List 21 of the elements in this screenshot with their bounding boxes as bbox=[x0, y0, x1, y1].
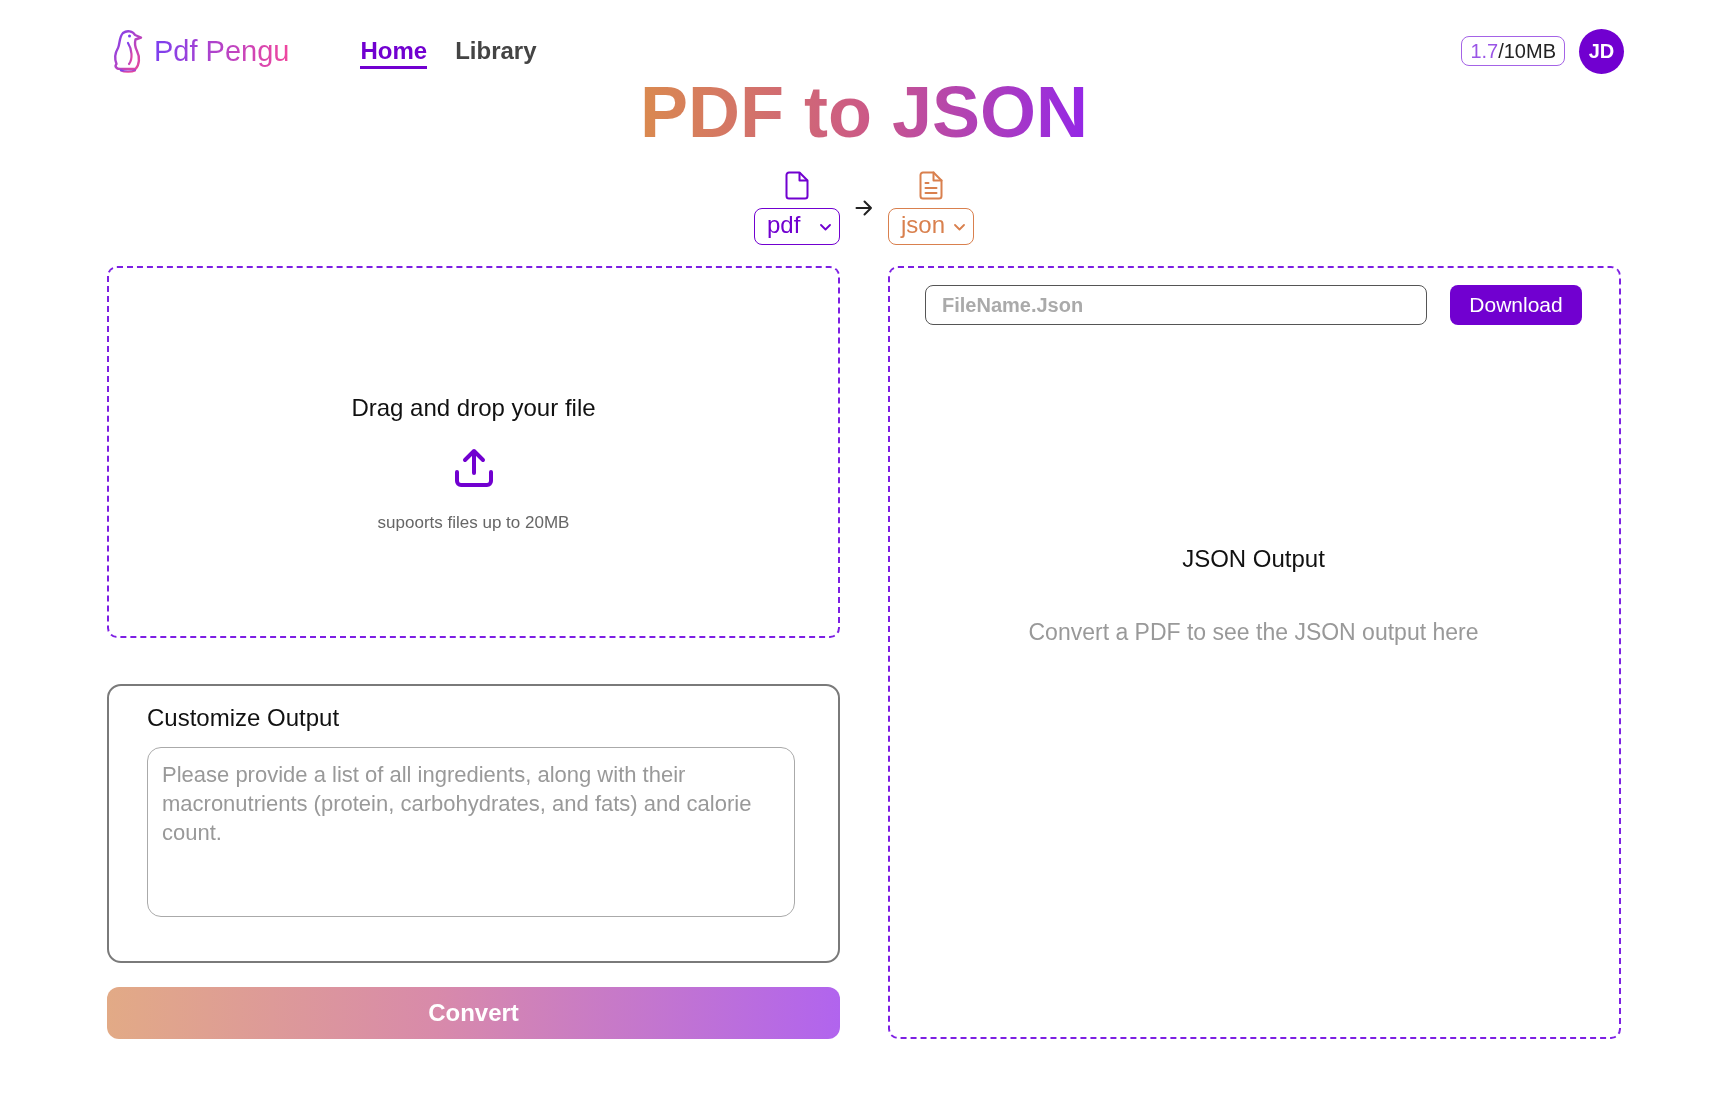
file-icon bbox=[785, 171, 809, 200]
file-size-note: supoorts files up to 20MB bbox=[377, 513, 570, 532]
format-select[interactable]: pdf bbox=[754, 208, 840, 245]
nav-link[interactable]: Home bbox=[360, 36, 428, 70]
chevron-down-icon bbox=[954, 224, 965, 231]
nav-link[interactable]: Library bbox=[455, 36, 537, 70]
chevron-down-icon bbox=[820, 224, 831, 231]
upload-icon bbox=[453, 447, 494, 488]
download-button[interactable]: Download bbox=[1450, 285, 1582, 325]
drop-zone-title: Drag and drop your file bbox=[351, 395, 596, 421]
customize-title: Customize Output bbox=[147, 705, 341, 731]
user-avatar[interactable]: JD bbox=[1579, 28, 1624, 74]
drop-zone[interactable]: Drag and drop your file supoorts files up to 20MB bbox=[107, 266, 840, 638]
penguin-icon bbox=[111, 29, 144, 73]
arrow-right-icon bbox=[855, 200, 873, 216]
prompt-field[interactable]: Please provide a list of all ingredients, along with their macronutrients (protein, carbohydrates, and fats) and calorie count. bbox=[147, 747, 795, 917]
output-title: JSON Output bbox=[1182, 546, 1325, 572]
document-icon bbox=[919, 171, 943, 200]
filename-field[interactable]: FileName.Json bbox=[925, 285, 1427, 325]
empty-output-message: Convert a PDF to see the JSON output here bbox=[1028, 618, 1479, 646]
storage-usage-badge: 1.7/10MB bbox=[1461, 36, 1565, 66]
